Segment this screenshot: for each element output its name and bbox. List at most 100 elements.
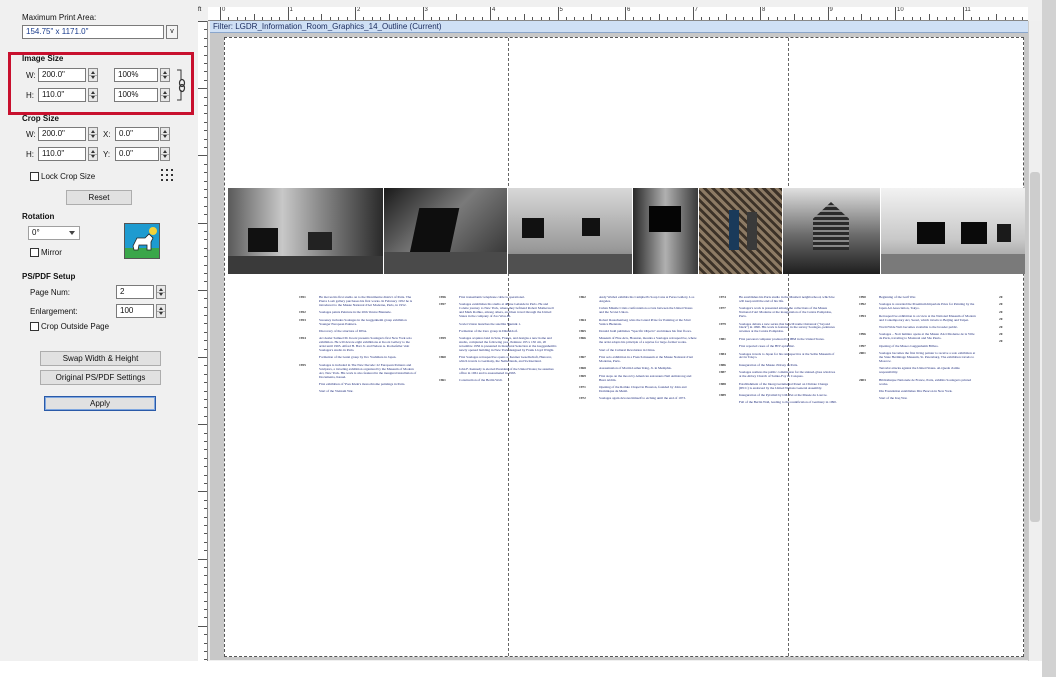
crop-outside-page-checkbox[interactable] (30, 322, 39, 331)
ruler-minor-tick (473, 17, 475, 20)
ruler-major-tick (827, 7, 829, 20)
ruler-minor-tick (785, 17, 787, 20)
ruler-minor-tick (204, 541, 207, 543)
crop-y-label: Y: (103, 150, 111, 159)
timeline-text: Fall of the Berlin Wall, leading to the … (739, 400, 837, 405)
ruler-minor-tick (599, 17, 601, 20)
crop-x-input[interactable]: 0.0" (115, 127, 159, 141)
crop-y-input[interactable]: 0.0" (115, 147, 159, 161)
ruler-minor-tick (312, 17, 314, 20)
ruler-minor-tick (204, 550, 207, 552)
timeline-text: Soulages acquires land in Sète, France, … (459, 336, 557, 353)
ruler-minor-tick (346, 17, 348, 20)
ruler-minor-tick (464, 17, 466, 20)
ruler-major-tick (962, 7, 964, 20)
reset-button[interactable]: Reset (66, 190, 132, 205)
mirror-checkbox[interactable] (30, 248, 39, 257)
apply-button[interactable]: Apply (44, 396, 156, 411)
ruler-minor-tick (970, 17, 972, 20)
timeline-text: Opening of the Rothko Chapel in Houston,… (599, 385, 687, 393)
timeline-text: Inauguration of the Musée d'Orsay in Par… (739, 362, 799, 367)
ruler-minor-tick (204, 592, 207, 594)
timeline-text: First steps on the moon by American astr… (599, 373, 692, 382)
crop-height-input[interactable]: 110.0" (38, 147, 86, 161)
timeline-year: 1990 (859, 295, 866, 299)
timeline-year: 1968 (579, 366, 586, 371)
ruler-minor-tick (667, 17, 669, 20)
timeline-year (299, 390, 319, 394)
timeline-entry: 1974 He establishes his Paris studio in t… (719, 295, 837, 304)
ruler-minor-tick (204, 466, 207, 468)
timeline-text: First exhibition of Yves Klein's monochr… (319, 382, 406, 386)
timeline-entry: World Wide Web becomes available to the … (859, 325, 977, 330)
crop-y-stepper[interactable] (160, 147, 170, 161)
ruler-minor-tick (204, 189, 207, 190)
swap-width-height-button[interactable]: Swap Width & Height (40, 351, 161, 366)
timeline-entry: 1971 Opening of the Rothko Chapel in Hous… (579, 385, 697, 394)
enlargement-stepper[interactable] (156, 304, 166, 318)
ruler-minor-tick (204, 533, 207, 535)
timeline-entry: 20 (999, 317, 1021, 322)
ruler-minor-tick (204, 256, 207, 258)
timeline-year: 1955 (299, 362, 306, 367)
timeline-entry: 1977 Soulages's work is presented among t… (719, 306, 837, 319)
timeline-entry: Start of the Iraq War. (859, 397, 977, 401)
timeline-year: 20 (999, 309, 1003, 314)
crop-width-label: W: (26, 130, 36, 139)
preview-canvas[interactable]: Filter: LGDR_Information_Room_Graphics_1… (210, 21, 1028, 660)
ruler-minor-tick (204, 390, 207, 392)
timeline-entry: 2001 Soulages becomes the first living pa… (859, 351, 977, 364)
timeline-text: Start of the Cultural Revolution in Chin… (599, 347, 656, 352)
ruler-minor-tick (439, 17, 441, 20)
ruler-minor-tick (198, 155, 207, 157)
crop-grid-icon[interactable] (160, 168, 174, 182)
ruler-minor-tick (861, 14, 863, 20)
gallery-photo (633, 188, 699, 274)
ruler-number: 3 (424, 7, 428, 13)
timeline-text (1019, 326, 1021, 330)
original-ps-pdf-settings-button[interactable]: Original PS/PDF Settings (40, 370, 161, 385)
page-num-input[interactable]: 2 (116, 285, 154, 299)
ruler-minor-tick (726, 14, 728, 20)
timeline-text: First personal computer produced by IBM … (739, 336, 825, 341)
app-window: Maximum Print Area: 154.75" x 1171.0" v … (0, 0, 1056, 677)
timeline-text (1019, 340, 1021, 344)
timeline-entry: 1965 Donald Judd publishes "Specific Obje… (579, 329, 697, 334)
timeline-year: 1997 (859, 343, 866, 348)
timeline-entry: 20 (999, 309, 1021, 315)
timeline-year: 1967 (579, 355, 586, 360)
timeline-entry: First exhibition of Yves Klein's monochr… (299, 382, 417, 387)
timeline-entry: 1961 Construction of the Berlin Wall. (439, 378, 557, 383)
crop-height-stepper[interactable] (88, 147, 98, 161)
ruler-minor-tick (979, 17, 981, 20)
ps-pdf-setup-heading: PS/PDF Setup (22, 272, 76, 281)
print-area-dropdown-button[interactable]: v (166, 25, 178, 39)
page-num-stepper[interactable] (156, 285, 166, 299)
lock-crop-size-checkbox[interactable] (30, 172, 39, 181)
ruler-number: 0 (222, 7, 226, 13)
enlargement-input[interactable]: 100 (116, 304, 154, 318)
timeline-column: 1990 Beginning of the Gulf War. 1992 Soulag… (859, 295, 977, 405)
timeline-column: 1962 Andy Warhol exhibits his Campbell's … (579, 295, 697, 405)
timeline-entry: 20 (999, 340, 1021, 344)
timeline-text: Terrorist attacks against the United Sta… (879, 366, 960, 375)
timeline-text: Cuban Missile Crisis confrontation occur… (599, 306, 693, 315)
crop-width-input[interactable]: 200.0" (38, 127, 86, 141)
timeline-text: Soulages becomes the first living painte… (879, 351, 976, 363)
ruler-minor-tick (204, 239, 207, 241)
rotation-select[interactable]: 0° (28, 226, 80, 240)
timeline-entry: 20 (999, 303, 1021, 307)
crop-width-stepper[interactable] (88, 127, 98, 141)
vertical-scrollbar-thumb[interactable] (1030, 172, 1040, 522)
ruler-minor-tick (996, 14, 998, 20)
timeline-text: Art dealer Samuel M. Kootz presents Soul… (319, 336, 412, 353)
timeline-year: 1992 (859, 302, 866, 307)
crop-x-stepper[interactable] (160, 127, 170, 141)
timeline-year: 20 (999, 295, 1003, 299)
ruler-minor-tick (987, 17, 989, 20)
ruler-minor-tick (928, 14, 930, 20)
ruler-minor-tick (204, 525, 207, 526)
ruler-major-tick (692, 7, 694, 20)
ruler-number: 2 (357, 7, 361, 13)
timeline-entry: 1951 He moves his first studio on to the … (299, 295, 417, 308)
